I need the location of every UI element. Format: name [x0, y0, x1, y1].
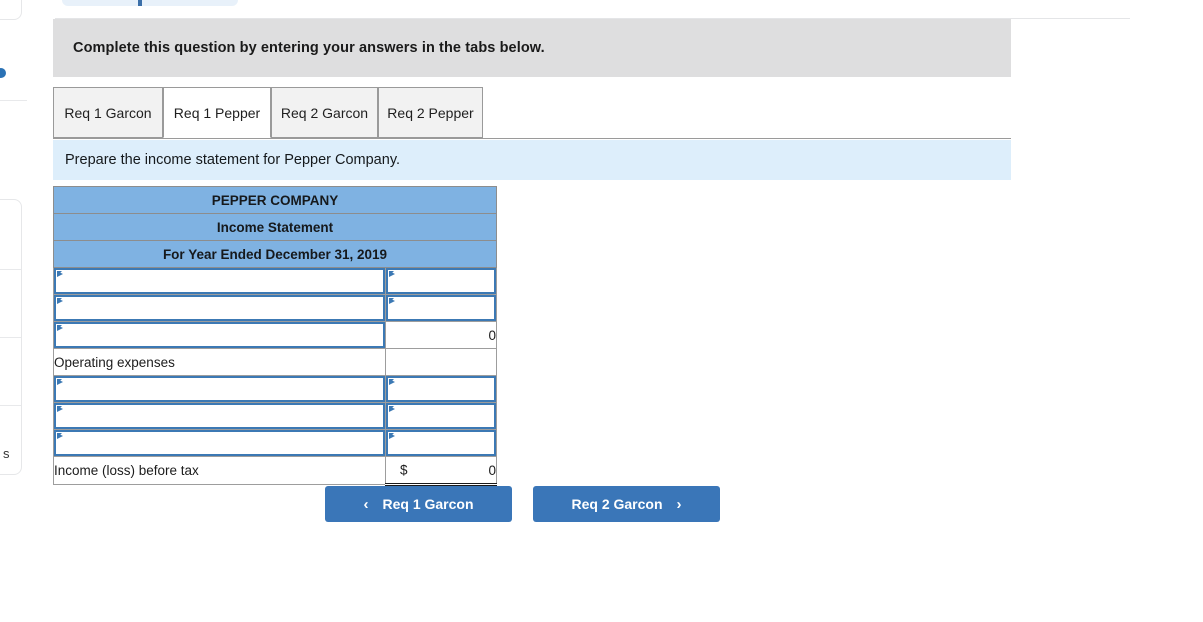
dropdown-caret-icon [57, 406, 63, 412]
statement-row: Operating expenses [53, 348, 497, 376]
instruction-bar: Complete this question by entering your … [53, 19, 1011, 77]
next-requirement-button[interactable]: Req 2 Garcon › [533, 486, 720, 522]
tab-label: Req 2 Pepper [387, 104, 474, 121]
account-label-static: Income (loss) before tax [53, 456, 386, 485]
tab-baseline [53, 138, 1011, 139]
account-label-select[interactable] [54, 430, 385, 456]
clipped-divider [0, 100, 27, 101]
amount-static: 0 [385, 321, 497, 349]
tab-label: Req 1 Garcon [64, 104, 152, 121]
statement-title-row-3: For Year Ended December 31, 2019 [53, 240, 497, 268]
account-label-cell [53, 294, 386, 322]
statement-row: 0 [53, 321, 497, 349]
prev-button-label: Req 1 Garcon [382, 496, 474, 512]
account-label-select[interactable] [54, 322, 385, 348]
amount-cell [385, 429, 497, 457]
prev-requirement-button[interactable]: ‹ Req 1 Garcon [325, 486, 512, 522]
amount-cell [385, 294, 497, 322]
amount-value: 0 [488, 462, 496, 478]
tab-label: Req 1 Pepper [173, 104, 261, 121]
dropdown-caret-icon [57, 433, 63, 439]
dropdown-caret-icon [389, 433, 395, 439]
chevron-right-icon: › [676, 495, 682, 513]
statement-row [53, 267, 497, 295]
account-label-select[interactable] [54, 268, 385, 294]
account-label-cell [53, 321, 386, 349]
dropdown-caret-icon [57, 271, 63, 277]
statement-company-name: PEPPER COMPANY [53, 186, 497, 214]
account-label-cell [53, 375, 386, 403]
tab-req-1-garcon[interactable]: Req 1 Garcon [53, 87, 163, 138]
page-root: s Complete this question by entering you… [0, 0, 1203, 622]
amount-static: $0 [385, 456, 497, 486]
chevron-left-icon: ‹ [363, 495, 369, 513]
income-statement-table: PEPPER COMPANY Income Statement For Year… [53, 186, 497, 486]
amount-input[interactable] [386, 268, 496, 294]
clipped-panel-top-left [0, 0, 22, 20]
account-label-static: Operating expenses [53, 348, 386, 376]
dropdown-caret-icon [57, 325, 63, 331]
instruction-text: Complete this question by entering your … [73, 40, 545, 56]
account-label-cell [53, 402, 386, 430]
tab-req-2-garcon[interactable]: Req 2 Garcon [271, 87, 378, 138]
account-label-select[interactable] [54, 376, 385, 402]
account-label-cell [53, 267, 386, 295]
statement-period: For Year Ended December 31, 2019 [53, 240, 497, 268]
amount-cell [385, 267, 497, 295]
tab-req-2-pepper[interactable]: Req 2 Pepper [378, 87, 483, 138]
amount-cell [385, 402, 497, 430]
dropdown-caret-icon [389, 271, 395, 277]
tab-strip: Req 1 Garcon Req 1 Pepper Req 2 Garcon R… [53, 87, 1011, 139]
amount-input[interactable] [386, 376, 496, 402]
amount-input[interactable] [386, 430, 496, 456]
statement-row: Income (loss) before tax $0 [53, 456, 497, 486]
clipped-pill-top [62, 0, 238, 6]
dropdown-caret-icon [389, 379, 395, 385]
statement-row [53, 294, 497, 322]
account-label-select[interactable] [54, 295, 385, 321]
tab-label: Req 2 Garcon [280, 104, 369, 121]
amount-value: 0 [488, 327, 496, 343]
statement-title-row-1: PEPPER COMPANY [53, 186, 497, 214]
dropdown-caret-icon [57, 298, 63, 304]
tab-req-1-pepper[interactable]: Req 1 Pepper [163, 87, 271, 138]
clipped-bullet-dot [0, 68, 6, 78]
account-label-select[interactable] [54, 403, 385, 429]
statement-row [53, 429, 497, 457]
dropdown-caret-icon [389, 298, 395, 304]
statement-body: PEPPER COMPANY Income Statement For Year… [53, 186, 497, 486]
dropdown-caret-icon [57, 379, 63, 385]
statement-row [53, 402, 497, 430]
next-button-label: Req 2 Garcon [571, 496, 663, 512]
amount-input[interactable] [386, 295, 496, 321]
account-label-cell [53, 429, 386, 457]
amount-static [385, 348, 497, 376]
currency-symbol: $ [400, 462, 408, 478]
statement-type: Income Statement [53, 213, 497, 241]
amount-input[interactable] [386, 403, 496, 429]
clipped-list-text: s [3, 446, 10, 461]
requirement-banner: Prepare the income statement for Pepper … [53, 140, 1011, 180]
dropdown-caret-icon [389, 406, 395, 412]
statement-row [53, 375, 497, 403]
clipped-panel-bottom-left: s [0, 199, 22, 475]
statement-title-row-2: Income Statement [53, 213, 497, 241]
amount-cell [385, 375, 497, 403]
requirement-text: Prepare the income statement for Pepper … [65, 152, 401, 168]
